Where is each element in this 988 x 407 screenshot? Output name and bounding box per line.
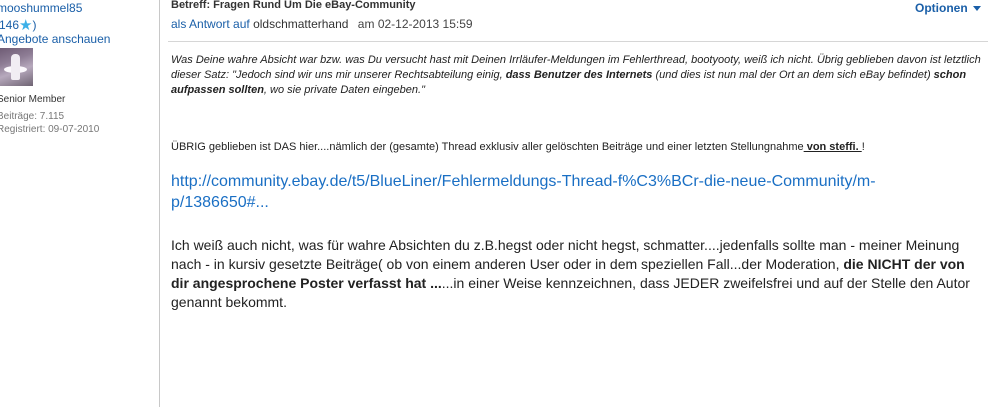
author-rank: Senior Member	[0, 94, 66, 105]
kudos-close: )	[32, 18, 37, 32]
kudos-value: 146	[0, 18, 20, 32]
post-body: Ich weiß auch nicht, was für wahre Absic…	[171, 236, 986, 312]
avatar-figure	[11, 54, 20, 80]
kudos-count[interactable]: 146★)	[0, 15, 37, 34]
avatar[interactable]	[0, 48, 33, 86]
author-username-link[interactable]: mooshummel85	[0, 1, 82, 15]
view-offers-link[interactable]: Angebote anschauen	[0, 32, 110, 46]
author-sidebar: mooshummel85 146★) Angebote anschauen Se…	[0, 0, 160, 407]
author-post-count: Beiträge: 7.115	[0, 111, 65, 122]
header-divider	[168, 41, 988, 42]
steffi-mention: von steffi.	[803, 141, 862, 153]
options-menu-button[interactable]: Optionen	[915, 1, 981, 15]
quote-text-2: (und dies ist nun mal der Ort an dem sic…	[652, 69, 934, 81]
reply-to-link[interactable]: als Antwort auf	[171, 17, 250, 31]
reply-info: als Antwort auf oldschmatterhand am 02-1…	[171, 17, 473, 31]
thread-url-link[interactable]: http://community.ebay.de/t5/BlueLiner/Fe…	[171, 171, 971, 213]
options-label: Optionen	[915, 1, 968, 15]
remaining-end: !	[861, 141, 865, 153]
quote-bold-1: dass Benutzer des Internets	[505, 69, 653, 81]
caret-down-icon	[972, 6, 981, 12]
body-text-1: Ich weiß auch nicht, was für wahre Absic…	[171, 237, 960, 272]
quote-text-3: , wo sie private Daten eingeben."	[263, 84, 425, 96]
author-registered-date: Registriert: 09-07-2010	[0, 124, 100, 135]
post-date-value: 02-12-2013 15:59	[377, 17, 473, 31]
quoted-paragraph: Was Deine wahre Absicht war bzw. was Du …	[171, 53, 981, 98]
post-date-prefix: am	[357, 17, 375, 31]
post-subject[interactable]: Betreff: Fragen Rund Um Die eBay-Communi…	[171, 0, 415, 11]
remaining-paragraph: ÜBRIG geblieben ist DAS hier....nämlich …	[171, 141, 865, 153]
post-date: am 02-12-2013 15:59	[358, 17, 473, 31]
remaining-text: ÜBRIG geblieben ist DAS hier....nämlich …	[171, 141, 804, 153]
reply-to-user[interactable]: oldschmatterhand	[253, 17, 348, 31]
